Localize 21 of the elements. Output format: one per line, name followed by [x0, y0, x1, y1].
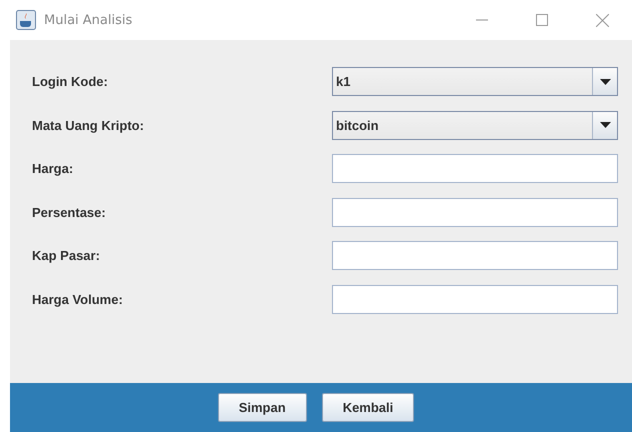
- caret-icon: [600, 78, 610, 84]
- input-field[interactable]: [332, 284, 618, 314]
- minimize-icon: [476, 19, 488, 21]
- caret-icon: [600, 122, 610, 128]
- app-icon: [16, 10, 36, 30]
- field-label: Harga Volume:: [31, 292, 124, 306]
- field-label: Persentase:: [31, 204, 107, 220]
- close-icon: [596, 14, 608, 26]
- field-label: Mata Uang Kripto:: [31, 118, 145, 132]
- input-field[interactable]: [332, 154, 618, 183]
- action-button[interactable]: Simpan: [218, 393, 307, 422]
- field-label: Harga:: [31, 161, 74, 176]
- input-field[interactable]: [332, 241, 618, 270]
- dropdown[interactable]: k1: [332, 67, 618, 96]
- action-button[interactable]: Kembali: [322, 393, 414, 422]
- input-field[interactable]: [332, 198, 618, 226]
- field-label: Login Kode:: [31, 74, 109, 89]
- dropdown[interactable]: bitcoin: [332, 110, 618, 140]
- maximize-icon: [536, 14, 548, 26]
- window-title: Mulai Analisis: [44, 12, 132, 28]
- field-label: Kap Pasar:: [31, 248, 101, 263]
